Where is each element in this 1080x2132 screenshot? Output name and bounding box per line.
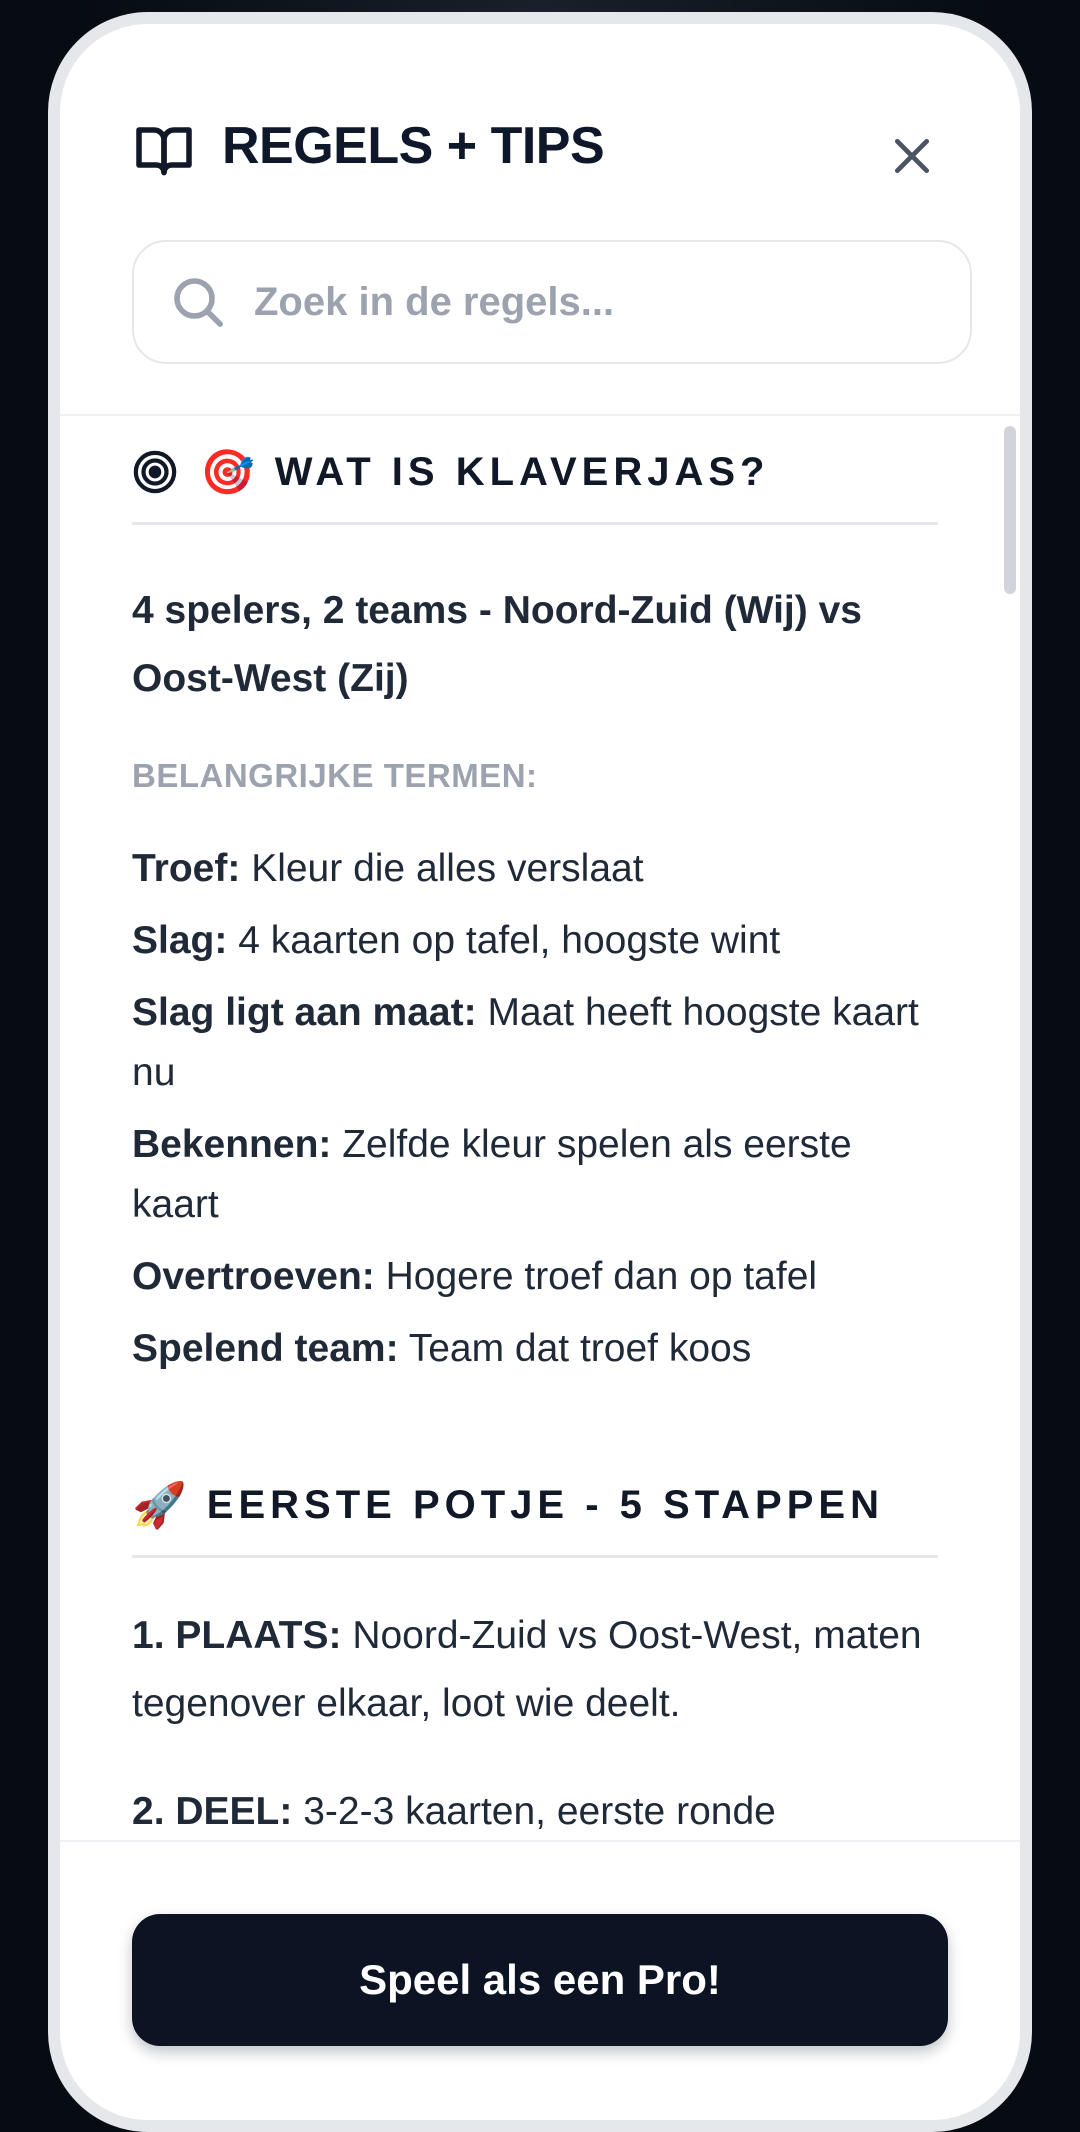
section-title-first-game: 🚀 EERSTE POTJE - 5 STAPPEN [132,1479,938,1558]
step-item: 1. PLAATS: Noord-Zuid vs Oost-West, mate… [132,1614,922,1725]
term-item: Troef: Kleur die alles verslaat [132,847,644,890]
section-title-what: 🎯 WAT IS KLAVERJAS? [132,446,938,525]
modal-footer: Speel als een Pro! [60,1840,1020,2120]
modal-title: REGELS + TIPS [222,117,605,175]
section-heading: EERSTE POTJE - 5 STAPPEN [206,1482,884,1527]
section-emoji: 🎯 [200,448,255,497]
term-item: Spelend team: Team dat troef koos [132,1327,752,1370]
close-icon [894,138,930,174]
search-icon [174,278,223,327]
term-item: Bekennen: Zelfde kleur spelen als eerste… [132,1123,852,1226]
play-pro-button[interactable]: Speel als een Pro! [132,1914,948,2046]
term-item: Slag ligt aan maat: Maat heeft hoogste k… [132,991,919,1094]
terms-subheading: BELANGRIJKE TERMEN: [132,757,538,794]
terms-list: Troef: Kleur die alles verslaat Slag: 4 … [132,839,938,1379]
search-box [132,240,972,364]
section-heading: WAT IS KLAVERJAS? [274,449,770,494]
rocket-icon: 🚀 [132,1481,187,1530]
step-item: 2. DEEL: 3-2-3 kaarten, eerste ronde [132,1790,776,1833]
steps-list: 1. PLAATS: Noord-Zuid vs Oost-West, mate… [132,1602,938,1840]
target-icon [133,450,177,494]
close-button[interactable] [880,124,944,188]
book-open-icon [136,127,192,176]
intro-text: 4 spelers, 2 teams - Noord-Zuid (Wij) vs… [132,589,862,700]
term-item: Slag: 4 kaarten op tafel, hoogste wint [132,919,781,962]
term-item: Overtroeven: Hogere troef dan op tafel [132,1255,818,1298]
rules-content[interactable]: 🎯 WAT IS KLAVERJAS? 4 spelers, 2 teams -… [60,416,1020,1840]
scrollbar-thumb[interactable] [1004,426,1016,594]
rules-modal: REGELS + TIPS 🎯 WAT IS [48,12,1032,2132]
modal-header: REGELS + TIPS [60,24,1020,414]
search-input[interactable] [254,266,944,338]
